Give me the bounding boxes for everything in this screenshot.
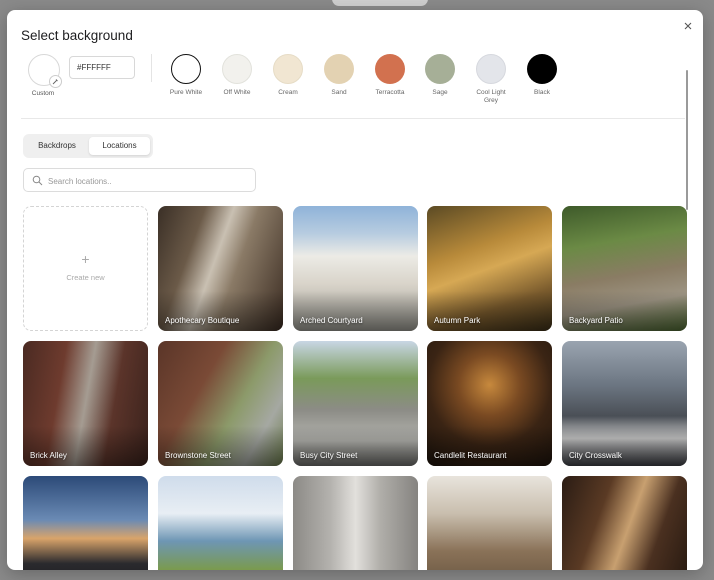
location-label: Backyard Patio — [569, 316, 623, 325]
card-shade — [427, 426, 552, 466]
location-label: Arched Courtyard — [300, 316, 363, 325]
search-box[interactable] — [23, 168, 256, 192]
swatch-dot — [222, 54, 252, 84]
location-card[interactable] — [293, 476, 418, 570]
location-card-apothecary-boutique[interactable]: Apothecary Boutique — [158, 206, 283, 331]
location-card-autumn-park[interactable]: Autumn Park — [427, 206, 552, 331]
swatch-dot — [324, 54, 354, 84]
background-mode-tabs — [332, 0, 428, 6]
card-shade — [293, 426, 418, 466]
swatch-sand[interactable]: Sand — [314, 54, 364, 97]
location-card-arched-courtyard[interactable]: Arched Courtyard — [293, 206, 418, 331]
color-swatch-row: Custom Pure White Off White Cream Sand T… — [7, 52, 697, 122]
card-shade — [562, 426, 687, 466]
card-shade — [158, 426, 283, 466]
swatch-dot — [273, 54, 303, 84]
close-button[interactable] — [680, 18, 696, 34]
swatch-terracotta[interactable]: Terracotta — [365, 54, 415, 97]
divider — [151, 54, 152, 82]
swatch-pure-white[interactable]: Pure White — [161, 54, 211, 97]
location-card[interactable] — [158, 476, 283, 570]
locations-grid: + Create new Apothecary Boutique Arched … — [23, 206, 687, 570]
swatch-label: Sand — [331, 89, 347, 96]
swatch-sage[interactable]: Sage — [415, 54, 465, 97]
location-card-candlelit-restaurant[interactable]: Candlelit Restaurant — [427, 341, 552, 466]
card-shade — [23, 426, 148, 466]
swatch-dot — [527, 54, 557, 84]
color-picker-icon — [49, 75, 62, 88]
location-label: Autumn Park — [434, 316, 481, 325]
swatch-label: Sage — [432, 89, 448, 96]
location-label: City Crosswalk — [569, 451, 622, 460]
modal-title: Select background — [21, 28, 133, 43]
search-icon — [32, 175, 43, 186]
swatch-label: Terracotta — [375, 89, 405, 96]
swatch-label: Pure White — [169, 89, 203, 96]
create-new-label: Create new — [66, 273, 105, 282]
swatch-black[interactable]: Black — [517, 54, 567, 97]
search-input[interactable] — [46, 171, 250, 191]
tab-backdrops[interactable]: Backdrops — [26, 137, 88, 155]
plus-icon: + — [81, 251, 90, 267]
location-card-city-crosswalk[interactable]: City Crosswalk — [562, 341, 687, 466]
hex-input[interactable] — [69, 56, 135, 79]
custom-color-swatch[interactable] — [28, 54, 62, 88]
swatch-label: Off White — [223, 89, 251, 96]
swatch-dot — [375, 54, 405, 84]
location-label: Brownstone Street — [165, 451, 231, 460]
swatch-cool-light-grey[interactable]: Cool Light Grey — [466, 54, 516, 105]
location-card-busy-city-street[interactable]: Busy City Street — [293, 341, 418, 466]
swatch-label: Cool Light Grey — [476, 89, 506, 104]
location-card-backyard-patio[interactable]: Backyard Patio — [562, 206, 687, 331]
select-background-modal: Select background Custom Pure White Off … — [7, 10, 703, 570]
card-shade — [427, 291, 552, 331]
tab-locations[interactable]: Locations — [89, 137, 150, 155]
location-label: Apothecary Boutique — [165, 316, 240, 325]
section-divider — [21, 118, 685, 119]
location-card-brick-alley[interactable]: Brick Alley — [23, 341, 148, 466]
location-card[interactable] — [23, 476, 148, 570]
swatch-label: Black — [534, 89, 550, 96]
swatch-cream[interactable]: Cream — [263, 54, 313, 97]
swatch-dot — [171, 54, 201, 84]
swatch-off-white[interactable]: Off White — [212, 54, 262, 97]
card-shade — [158, 291, 283, 331]
swatch-dot — [476, 54, 506, 84]
card-shade — [562, 291, 687, 331]
close-icon — [684, 22, 692, 30]
custom-label: Custom — [31, 90, 55, 97]
location-card[interactable] — [562, 476, 687, 570]
create-new-card[interactable]: + Create new — [23, 206, 148, 331]
location-card-brownstone-street[interactable]: Brownstone Street — [158, 341, 283, 466]
card-shade — [293, 291, 418, 331]
swatch-dot — [425, 54, 455, 84]
location-label: Busy City Street — [300, 451, 358, 460]
location-card[interactable] — [427, 476, 552, 570]
swatch-label: Cream — [278, 89, 298, 96]
location-label: Candlelit Restaurant — [434, 451, 507, 460]
location-label: Brick Alley — [30, 451, 67, 460]
background-type-tabs: Backdrops Locations — [23, 134, 153, 158]
